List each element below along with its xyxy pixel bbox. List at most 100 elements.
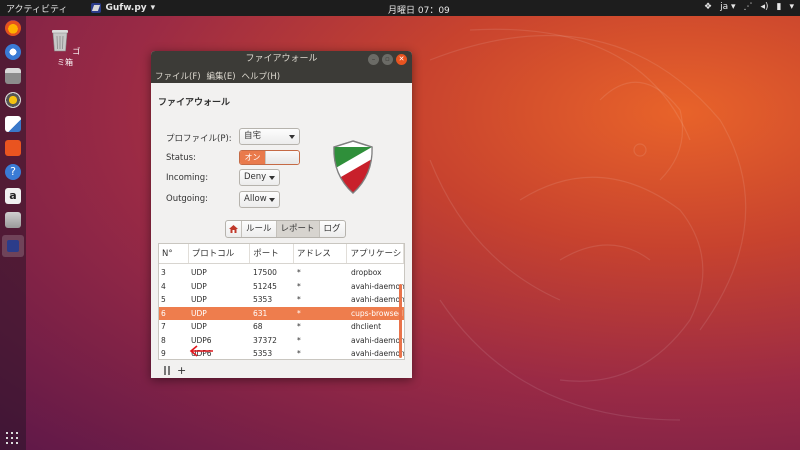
incoming-select[interactable]: Deny — [239, 169, 280, 186]
table-scrollbar[interactable] — [399, 284, 402, 358]
annotation-arrow-icon — [189, 345, 213, 357]
table-cell: * — [297, 281, 301, 291]
tab-rules[interactable]: ルール — [242, 221, 277, 237]
table-row[interactable]: 5 UDP 5353 * avahi-daemon — [159, 293, 405, 307]
writer-icon[interactable] — [5, 116, 21, 132]
table-cell: 5 — [161, 295, 166, 304]
table-cell: * — [297, 308, 301, 318]
table-cell: 37372 — [253, 335, 277, 345]
profile-select[interactable]: 自宅 — [239, 128, 300, 145]
table-cell: * — [297, 349, 301, 358]
table-row[interactable]: 6 UDP 631 * cups-browsed — [159, 306, 404, 320]
tab-log[interactable]: ログ — [320, 221, 345, 237]
table-cell: * — [297, 295, 301, 304]
tab-report[interactable]: レポート — [276, 221, 320, 237]
column-header-address[interactable]: アドレス — [294, 244, 348, 263]
table-row[interactable]: 3 UDP 17500 * dropbox — [159, 266, 404, 280]
table-cell: avahi-daemon — [351, 295, 405, 304]
report-table: N° プロトコル ポート アドレス アプリケーシ 3 UDP 17500 * dropb… — [158, 243, 405, 360]
table-cell: avahi-daemon — [351, 281, 405, 291]
table-cell: 68 — [253, 322, 263, 331]
gufw-dock-icon[interactable] — [2, 235, 24, 257]
incoming-select-value: Deny — [244, 172, 267, 182]
trash-desktop-item[interactable]: ゴミ箱 — [48, 26, 82, 68]
column-header-port[interactable]: ポート — [250, 244, 294, 263]
screenshot-icon[interactable] — [5, 212, 21, 228]
table-header: N° プロトコル ポート アドレス アプリケーシ — [159, 244, 404, 264]
table-cell: 9 — [161, 349, 166, 358]
trash-icon — [51, 30, 68, 52]
firefox-icon[interactable] — [5, 20, 21, 36]
column-header-protocol[interactable]: プロトコル — [189, 244, 251, 263]
table-cell: avahi-daemon — [351, 349, 405, 358]
table-cell: 3 — [161, 268, 166, 277]
app-menu-label: Gufw.py — [105, 3, 147, 13]
table-cell: 631 — [253, 308, 268, 318]
gufw-app-icon — [91, 3, 102, 13]
table-cell: 17500 — [253, 268, 277, 277]
table-toolbar: + — [163, 364, 186, 377]
table-row[interactable]: 7 UDP 68 * dhclient — [159, 320, 404, 334]
menu-bar: ファイル(F) 編集(E) ヘルプ(H) — [151, 68, 412, 83]
show-applications-icon[interactable] — [6, 432, 18, 444]
language-label: ja — [720, 2, 729, 12]
table-cell: 7 — [161, 322, 166, 331]
close-button[interactable]: ✕ — [396, 54, 407, 65]
menu-file[interactable]: ファイル(F) — [155, 70, 201, 82]
table-cell: UDP — [191, 295, 207, 304]
maximize-button[interactable]: ▫ — [382, 54, 393, 65]
outgoing-select[interactable]: Allow — [239, 191, 280, 208]
outgoing-select-value: Allow — [244, 194, 267, 204]
table-cell: * — [297, 335, 301, 345]
status-switch[interactable]: オン — [239, 150, 300, 165]
add-rule-button[interactable]: + — [177, 364, 186, 377]
activities-button[interactable]: アクティビティ — [6, 2, 67, 15]
table-cell: 6 — [161, 308, 166, 318]
table-cell: 4 — [161, 281, 166, 291]
table-cell: cups-browsed — [351, 308, 403, 318]
battery-icon[interactable]: ▮ — [777, 2, 782, 12]
clock[interactable]: 月曜日 07：09 — [388, 3, 450, 16]
status-switch-on-label: オン — [240, 151, 265, 164]
volume-icon[interactable]: ◂) — [760, 2, 768, 12]
profile-label: プロファイル(P): — [166, 134, 232, 144]
menu-edit[interactable]: 編集(E) — [207, 70, 236, 82]
table-cell: dropbox — [351, 268, 382, 277]
dropbox-icon[interactable]: ❖ — [704, 2, 712, 12]
files-icon[interactable] — [5, 68, 21, 84]
system-tray[interactable]: ❖ ja ▾ ⋰ ◂) ▮ ▾ — [704, 2, 794, 12]
help-icon[interactable]: ? — [5, 164, 21, 180]
column-header-application[interactable]: アプリケーシ — [347, 244, 404, 263]
app-menu[interactable]: Gufw.py ▾ — [91, 3, 155, 13]
shield-icon — [7, 240, 19, 252]
rhythmbox-icon[interactable] — [5, 92, 21, 108]
table-row[interactable]: 4 UDP 51245 * avahi-daemon — [159, 280, 405, 294]
amazon-icon[interactable]: a — [5, 188, 21, 204]
table-cell: 51245 — [253, 281, 277, 291]
table-cell: 5353 — [253, 295, 273, 304]
chevron-down-icon[interactable]: ▾ — [789, 2, 794, 12]
tab-home[interactable] — [226, 221, 242, 237]
thunderbird-icon[interactable] — [5, 44, 21, 60]
section-title: ファイアウォール — [158, 98, 231, 108]
firewall-shield-icon — [333, 140, 373, 195]
firewall-window: ファイアウォール – ▫ ✕ ファイル(F) 編集(E) ヘルプ(H) ファイア… — [151, 51, 412, 378]
table-cell: avahi-daemon — [351, 335, 405, 345]
language-indicator[interactable]: ja ▾ — [720, 2, 735, 12]
network-icon[interactable]: ⋰ — [743, 2, 752, 12]
window-content: ファイアウォール プロファイル(P): 自宅 Status: オン Incomi… — [151, 83, 412, 378]
software-center-icon[interactable] — [5, 140, 21, 156]
column-header-number[interactable]: N° — [159, 244, 189, 263]
table-cell: * — [297, 268, 301, 277]
minimize-button[interactable]: – — [368, 54, 379, 65]
window-title: ファイアウォール — [245, 54, 318, 64]
pause-icon[interactable] — [163, 366, 171, 375]
table-cell: 5353 — [253, 349, 273, 358]
home-icon — [229, 225, 238, 233]
menu-help[interactable]: ヘルプ(H) — [242, 70, 281, 82]
table-cell: UDP — [191, 322, 207, 331]
window-titlebar[interactable]: ファイアウォール – ▫ ✕ — [151, 51, 412, 68]
table-cell: dhclient — [351, 322, 382, 331]
status-switch-knob — [265, 151, 299, 164]
outgoing-label: Outgoing: — [166, 194, 209, 204]
